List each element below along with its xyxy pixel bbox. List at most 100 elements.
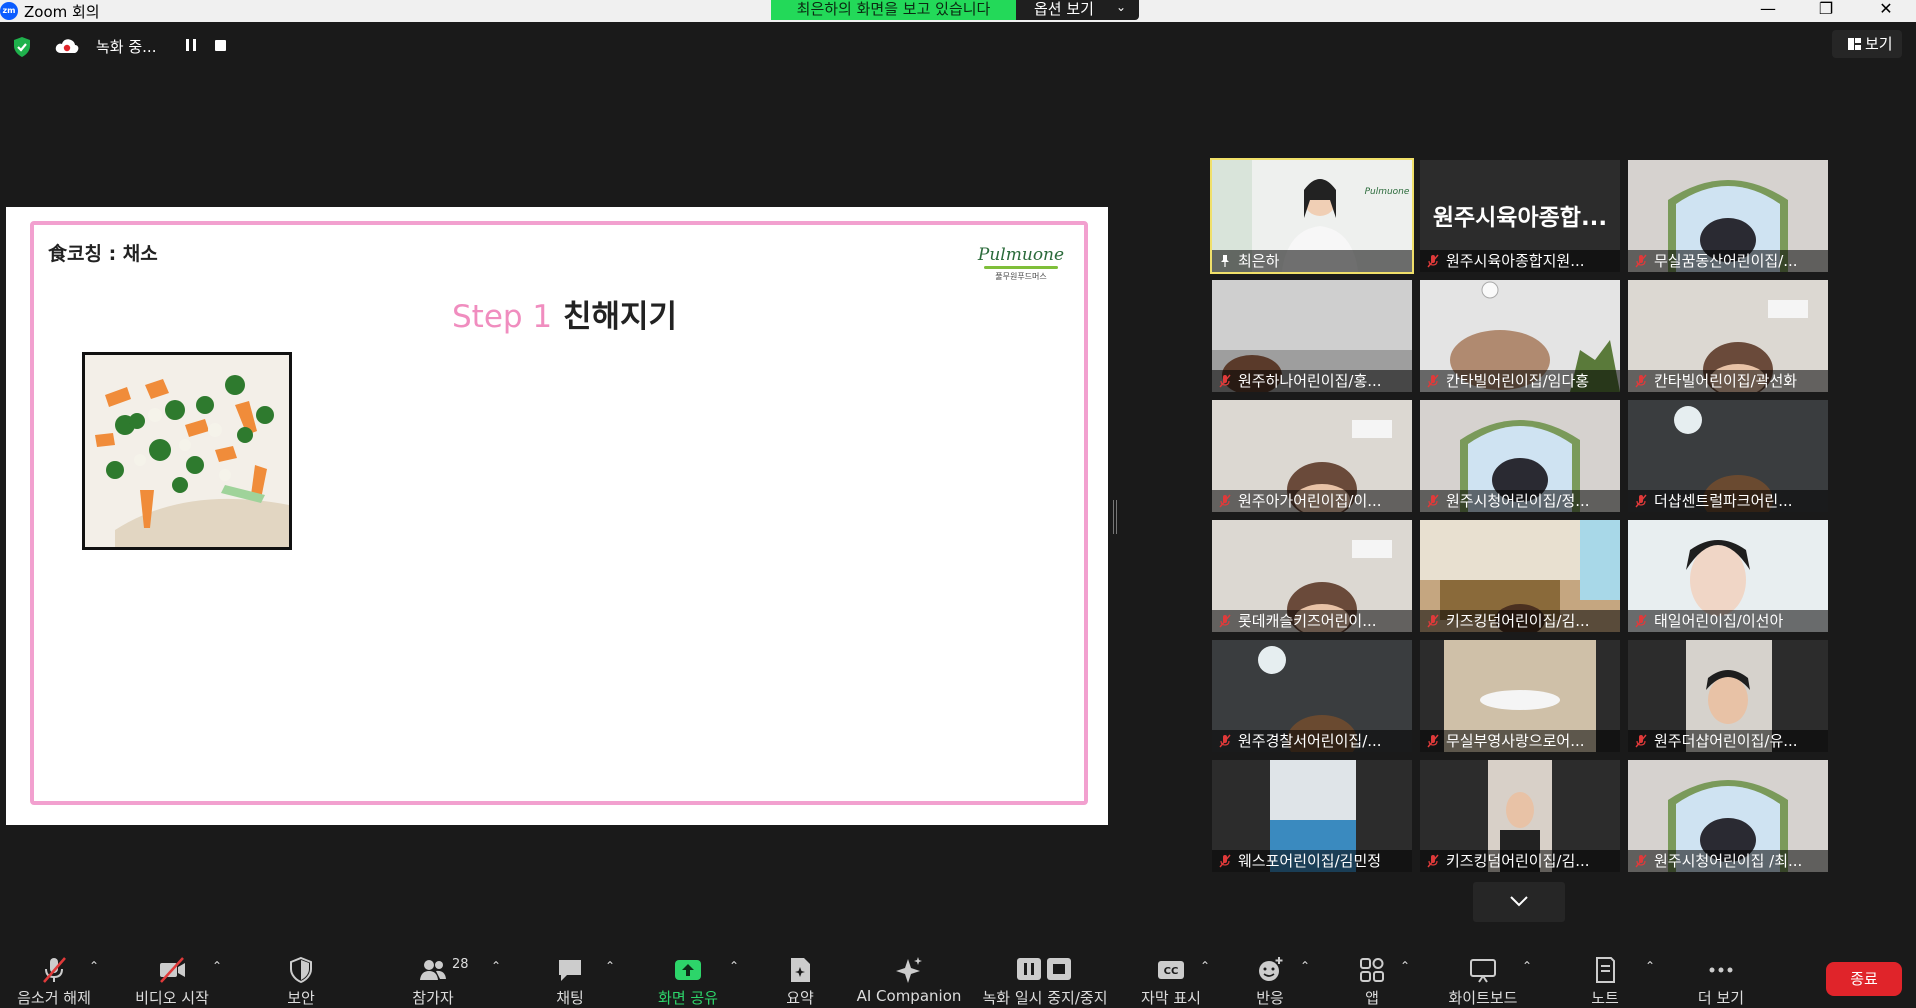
pause-stop-recording-label: 녹화 일시 중지/중지 [982,989,1108,1007]
microphone-muted-icon [1219,614,1231,628]
chevron-down-icon: ⌄ [1116,0,1127,14]
whiteboard-button[interactable]: 화이트보드 [1438,935,1528,1007]
participant-tile[interactable]: 키즈킹덤어린이집/김... [1420,520,1620,632]
stop-recording-icon[interactable] [215,40,226,51]
summary-button[interactable]: 요약 [770,935,830,1007]
participant-name: 롯데캐슬키즈어린이... [1238,612,1377,630]
whiteboard-options-caret[interactable]: ⌃ [1522,959,1532,973]
reaction-emoji-icon [1259,957,1283,981]
chat-label: 채팅 [556,989,584,1007]
participant-tile[interactable]: 무실부영사랑으로어... [1420,640,1620,752]
participant-name-bar: 키즈킹덤어린이집/김... [1420,850,1620,872]
brand-name: Pulmuone [977,245,1065,265]
participants-button[interactable]: 28 참가자 [400,935,468,1007]
participant-tile[interactable]: 원주시청어린이집 /최... [1628,760,1828,872]
audio-options-caret[interactable]: ⌃ [89,959,99,973]
captions-label: 자막 표시 [1141,989,1201,1007]
share-screen-icon [675,960,701,980]
microphone-muted-icon [1427,494,1439,508]
chat-options-caret[interactable]: ⌃ [605,959,615,973]
window-title: Zoom 회의 [24,3,100,21]
participant-tile[interactable]: 원주경찰서어린이집/... [1212,640,1412,752]
participant-tile[interactable]: 웨스포어린이집/김민정 [1212,760,1412,872]
participant-tile[interactable]: 무실꿈동산어린이집/... [1628,160,1828,272]
participants-icon [420,960,446,980]
sparkle-icon [896,957,922,983]
view-button[interactable]: 보기 [1832,30,1902,58]
participant-tile[interactable]: 원주시육아종합... 원주시육아종합지원... [1420,160,1620,272]
apps-button[interactable]: 앱 [1342,935,1402,1007]
participant-tile[interactable]: Pulmuone 최은하 [1210,158,1414,274]
microphone-muted-icon [1427,254,1439,268]
participant-tile[interactable]: 더샵센트럴파크어린... [1628,400,1828,512]
start-video-button[interactable]: ⌃ 비디오 시작 [128,935,222,1007]
encryption-shield-icon[interactable] [12,36,32,58]
view-options-button[interactable]: 옵션 보기 ⌄ [1016,0,1139,20]
participant-tile[interactable]: 롯데캐슬키즈어린이... [1212,520,1412,632]
chat-button[interactable]: 채팅 [540,935,600,1007]
participant-tile[interactable]: 키즈킹덤어린이집/김... [1420,760,1620,872]
vegetables-image [82,352,292,550]
more-button[interactable]: 더 보기 [1686,935,1756,1007]
chevron-down-icon [1510,896,1528,907]
unmute-label: 음소거 해제 [17,989,91,1007]
minimize-icon[interactable]: — [1748,0,1788,20]
pause-recording-icon[interactable] [184,38,198,52]
more-dots-icon [1709,967,1733,973]
participants-label: 참가자 [412,989,454,1007]
reactions-button[interactable]: 반응 [1240,935,1300,1007]
close-icon[interactable]: ✕ [1866,0,1906,20]
notes-button[interactable]: 노트 [1575,935,1635,1007]
screen-share-banner: 최은하의 화면을 보고 있습니다 [771,0,1016,20]
participant-tile[interactable]: 원주더샵어린이집/유... [1628,640,1828,752]
participant-tile[interactable]: 원주아가어린이집/이... [1212,400,1412,512]
participant-name: 최은하 [1238,252,1280,270]
captions-button[interactable]: CC 자막 표시 [1134,935,1208,1007]
slide-topic: 食코칭 : 채소 [48,243,158,265]
participant-tile[interactable]: 태일어린이집/이선아 [1628,520,1828,632]
microphone-muted-icon [1635,734,1647,748]
end-meeting-button[interactable]: 종료 [1826,962,1902,996]
participants-options-caret[interactable]: ⌃ [491,959,501,973]
participant-name-bar: 무실꿈동산어린이집/... [1628,250,1828,272]
share-screen-label: 화면 공유 [658,989,718,1007]
notes-options-caret[interactable]: ⌃ [1645,959,1655,973]
microphone-muted-icon [1635,254,1647,268]
security-button[interactable]: 보안 [270,935,332,1007]
whiteboard-label: 화이트보드 [1448,989,1518,1007]
participant-tile[interactable]: 원주하나어린이집/홍... [1212,280,1412,392]
microphone-muted-icon [1635,494,1647,508]
participant-tile[interactable]: 원주시청어린이집/정... [1420,400,1620,512]
participant-name: 원주경찰서어린이집/... [1238,732,1382,750]
participant-tile[interactable]: 칸타빌어린이집/곽선화 [1628,280,1828,392]
closed-captions-icon: CC [1158,961,1184,979]
gallery-next-page-button[interactable] [1473,882,1565,922]
apps-label: 앱 [1365,989,1379,1007]
participant-name: 원주하나어린이집/홍... [1238,372,1382,390]
split-view-divider[interactable] [1113,500,1117,534]
slide-step-heading: Step 1 친해지기 [452,291,677,336]
microphone-muted-icon [1427,374,1439,388]
reactions-options-caret[interactable]: ⌃ [1300,959,1310,973]
unmute-button[interactable]: ⌃ 음소거 해제 [6,935,102,1007]
share-options-caret[interactable]: ⌃ [729,959,739,973]
video-off-icon [160,957,185,983]
video-options-caret[interactable]: ⌃ [212,959,222,973]
microphone-muted-icon [1635,854,1647,868]
recording-status: 녹화 중... [96,38,157,56]
participant-name: 원주시청어린이집/정... [1446,492,1590,510]
share-screen-button[interactable]: 화면 공유 [648,935,728,1007]
microphone-muted-icon [1219,854,1231,868]
apps-options-caret[interactable]: ⌃ [1400,959,1410,973]
shared-screen: 食코칭 : 채소 Step 1 친해지기 Pulmuone 풀무원푸드머스 [6,207,1108,825]
participant-name: 칸타빌어린이집/곽선화 [1654,372,1798,390]
restore-icon[interactable]: ❐ [1806,0,1846,20]
participant-name-bar: 원주더샵어린이집/유... [1628,730,1828,752]
captions-options-caret[interactable]: ⌃ [1200,959,1210,973]
participant-name: 키즈킹덤어린이집/김... [1446,612,1590,630]
microphone-muted-icon [1219,734,1231,748]
participant-tile[interactable]: 칸타빌어린이집/임다홍 [1420,280,1620,392]
pause-stop-recording-button[interactable]: 녹화 일시 중지/중지 [975,935,1115,1007]
slide-step-title: 친해지기 [562,299,678,335]
ai-companion-button[interactable]: AI Companion [855,935,963,1007]
